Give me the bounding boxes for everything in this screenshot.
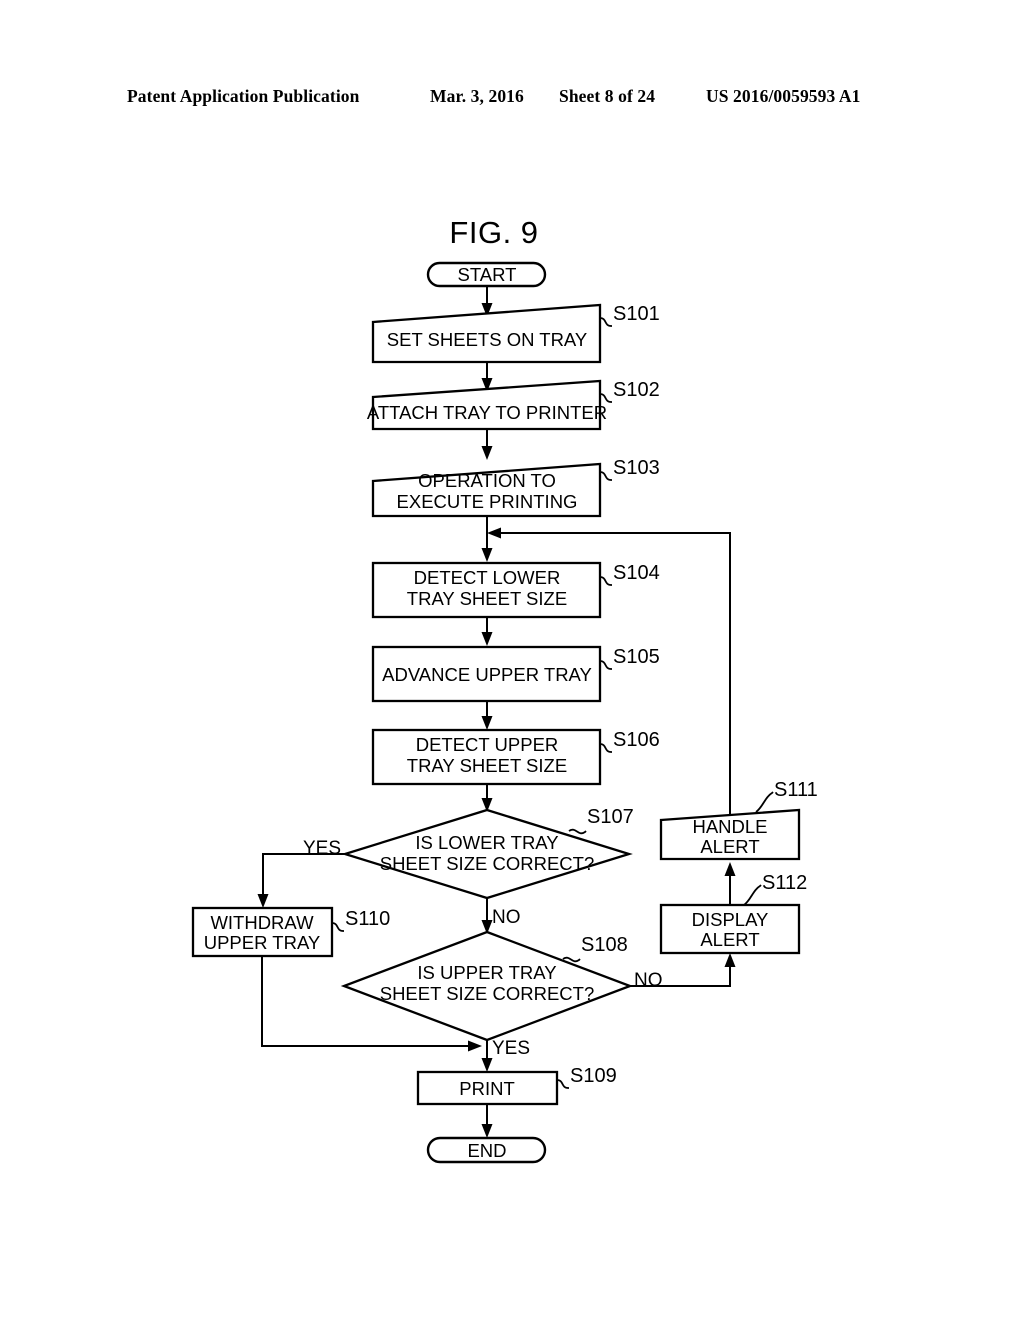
connector-s103-to-s104 xyxy=(481,516,493,562)
connector-s112-to-s111 xyxy=(724,862,736,905)
s108-reference-label: S108 xyxy=(581,934,628,956)
s110-label-line1: WITHDRAW xyxy=(210,912,314,933)
node-s110: WITHDRAW UPPER TRAY S110 xyxy=(191,906,390,958)
node-s105: ADVANCE UPPER TRAY S105 xyxy=(371,645,660,703)
connector-s108-yes-to-s109 xyxy=(481,1040,493,1072)
s104-label-line1: DETECT LOWER xyxy=(414,567,561,588)
s111-reference-label: S111 xyxy=(774,779,818,801)
s101-reference-label: S101 xyxy=(613,303,660,325)
s109-label: PRINT xyxy=(459,1078,515,1099)
s112-label-line1: DISPLAY xyxy=(692,909,769,930)
end-terminal-label: END xyxy=(467,1140,506,1161)
node-s111: HANDLE ALERT S111 xyxy=(659,779,818,861)
node-s102: ATTACH TRAY TO PRINTER S102 xyxy=(367,379,660,431)
s102-reference-label: S102 xyxy=(613,379,660,401)
flowchart-diagram: FIG. 9 START SET SHEETS ON TRAY S101 ATT… xyxy=(191,215,818,1164)
s110-reference-label: S110 xyxy=(345,908,390,930)
s104-reference-label: S104 xyxy=(613,562,660,584)
s101-label: SET SHEETS ON TRAY xyxy=(387,329,587,350)
s107-yes-branch-label: YES xyxy=(303,838,341,859)
figure-container: FIG. 9 START SET SHEETS ON TRAY S101 ATT… xyxy=(0,0,1024,1320)
connector-s101-to-s102 xyxy=(481,362,493,392)
s106-reference-label: S106 xyxy=(613,729,660,751)
connector-s109-to-end xyxy=(481,1104,493,1138)
connector-s105-to-s106 xyxy=(481,701,493,730)
s111-label-line2: ALERT xyxy=(700,836,759,857)
s106-label-line2: TRAY SHEET SIZE xyxy=(407,755,567,776)
s103-label-line1: OPERATION TO xyxy=(418,470,556,491)
s107-reference-label: S107 xyxy=(587,806,634,828)
figure-title: FIG. 9 xyxy=(449,215,538,250)
connector-s107-no-to-s108 xyxy=(481,898,493,934)
connector-s106-to-s107 xyxy=(481,784,493,812)
start-terminal-label: START xyxy=(458,264,517,285)
s111-label-line1: HANDLE xyxy=(692,816,767,837)
s106-label-line1: DETECT UPPER xyxy=(416,734,559,755)
node-end: END xyxy=(426,1136,547,1164)
s109-reference-label: S109 xyxy=(570,1065,617,1087)
s112-reference-label: S112 xyxy=(762,872,807,894)
s108-label-line1: IS UPPER TRAY xyxy=(417,962,556,983)
patent-page: Patent Application Publication Mar. 3, 2… xyxy=(0,0,1024,1320)
connector-s107-yes-to-s110 xyxy=(257,853,345,908)
s107-label-line1: IS LOWER TRAY xyxy=(415,832,558,853)
node-s103: OPERATION TO EXECUTE PRINTING S103 xyxy=(371,457,660,518)
connector-s104-to-s105 xyxy=(481,617,493,646)
connector-s102-to-s103 xyxy=(481,429,493,460)
node-s101: SET SHEETS ON TRAY S101 xyxy=(371,303,660,364)
s107-label-line2: SHEET SIZE CORRECT? xyxy=(380,853,595,874)
s107-no-branch-label: NO xyxy=(492,907,521,928)
node-s104: DETECT LOWER TRAY SHEET SIZE S104 xyxy=(371,561,660,619)
s104-label-line2: TRAY SHEET SIZE xyxy=(407,588,567,609)
s110-label-line2: UPPER TRAY xyxy=(204,932,321,953)
s105-reference-label: S105 xyxy=(613,646,660,668)
node-start: START xyxy=(426,261,547,288)
s108-no-branch-label: NO xyxy=(634,970,663,991)
node-s106: DETECT UPPER TRAY SHEET SIZE S106 xyxy=(371,728,660,786)
s103-reference-label: S103 xyxy=(613,457,660,479)
node-s112: DISPLAY ALERT S112 xyxy=(659,872,807,955)
s112-label-line2: ALERT xyxy=(700,929,759,950)
s102-label: ATTACH TRAY TO PRINTER xyxy=(367,402,607,423)
s108-label-line2: SHEET SIZE CORRECT? xyxy=(380,983,595,1004)
s108-yes-branch-label: YES xyxy=(492,1038,530,1059)
node-s107: IS LOWER TRAY SHEET SIZE CORRECT? S107 xyxy=(341,806,634,900)
s105-label: ADVANCE UPPER TRAY xyxy=(382,664,592,685)
node-s108: IS UPPER TRAY SHEET SIZE CORRECT? S108 xyxy=(340,930,634,1042)
s103-label-line2: EXECUTE PRINTING xyxy=(397,491,578,512)
node-s109: PRINT S109 xyxy=(416,1065,617,1106)
